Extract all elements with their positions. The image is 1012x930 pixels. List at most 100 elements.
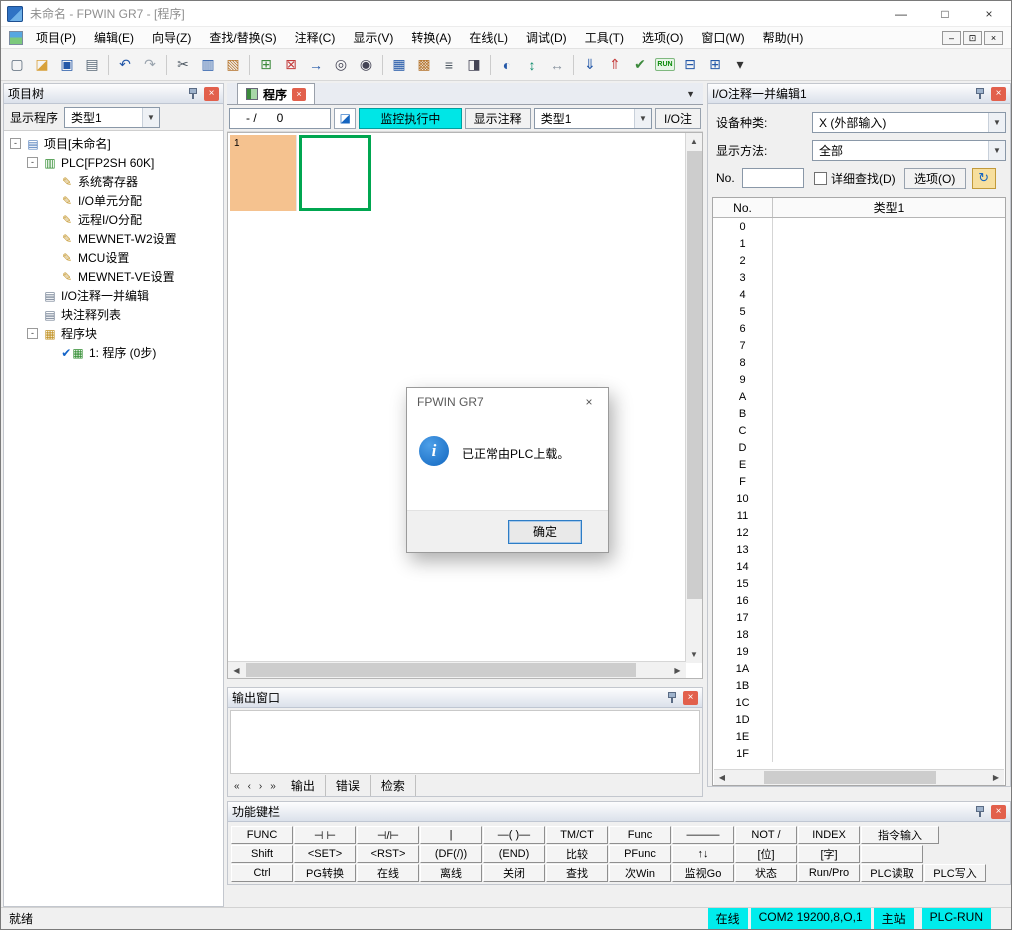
function-key-button[interactable]: ⊣/⊢ <box>357 826 419 844</box>
io-comment-cell[interactable] <box>773 558 1005 575</box>
function-key-button[interactable]: | <box>420 826 482 844</box>
io-table-row[interactable]: 18 <box>713 626 1005 643</box>
menu-item[interactable]: 选项(O) <box>633 27 692 48</box>
ladder-cursor-cell[interactable] <box>299 135 371 211</box>
mdi-document-icon[interactable] <box>9 31 23 45</box>
io-comment-cell[interactable] <box>773 490 1005 507</box>
expander-icon[interactable] <box>27 290 38 301</box>
horizontal-scrollbar[interactable]: ◀ ▶ <box>228 661 686 678</box>
io-comment-cell[interactable] <box>773 286 1005 303</box>
io-table-row[interactable]: 16 <box>713 592 1005 609</box>
separator[interactable] <box>163 53 170 77</box>
io-table-row[interactable]: 19 <box>713 643 1005 660</box>
io-table-row[interactable]: 6 <box>713 320 1005 337</box>
io-table-row[interactable]: 11 <box>713 507 1005 524</box>
io-table-row[interactable]: A <box>713 388 1005 405</box>
editor-comment-type-select[interactable]: 类型1 ▼ <box>534 108 652 129</box>
io-comment-cell[interactable] <box>773 592 1005 609</box>
print-icon[interactable]: ▤ <box>80 53 104 77</box>
io-table-row[interactable]: E <box>713 456 1005 473</box>
io-table-row[interactable]: 4 <box>713 286 1005 303</box>
menu-item[interactable]: 项目(P) <box>27 27 85 48</box>
io-comment-cell[interactable] <box>773 218 1005 235</box>
io-table-row[interactable]: 3 <box>713 269 1005 286</box>
scroll-down-icon[interactable]: ▼ <box>686 646 702 663</box>
function-key-button[interactable]: TM/CT <box>546 826 608 844</box>
io-table-row[interactable]: 1A <box>713 660 1005 677</box>
scroll-left-icon[interactable]: ◀ <box>228 662 245 678</box>
close-panel-button[interactable]: × <box>991 87 1006 101</box>
io-table-row[interactable]: 15 <box>713 575 1005 592</box>
io-table-row[interactable]: 14 <box>713 558 1005 575</box>
close-tab-button[interactable]: × <box>292 88 306 101</box>
jump-icon[interactable]: → <box>304 53 328 77</box>
refresh-button[interactable]: ↻ <box>972 168 996 189</box>
vertical-scrollbar[interactable]: ▲ ▼ <box>685 133 702 663</box>
output-tab[interactable]: 输出 <box>281 775 326 796</box>
io-comment-cell[interactable] <box>773 745 1005 762</box>
function-key-button[interactable]: ⊣ ⊢ <box>294 826 356 844</box>
pin-icon[interactable] <box>974 805 986 818</box>
function-key-button[interactable]: 关闭 <box>483 864 545 882</box>
scrollbar-thumb[interactable] <box>764 771 936 784</box>
output-message-area[interactable] <box>230 710 700 774</box>
expander-icon[interactable] <box>44 252 55 263</box>
output-tab[interactable]: 错误 <box>326 775 371 796</box>
io-table-row[interactable]: 1C <box>713 694 1005 711</box>
function-key-button[interactable]: PG转换 <box>294 864 356 882</box>
mdi-restore-button[interactable]: ⊡ <box>963 31 982 45</box>
function-key-button[interactable]: 在线 <box>357 864 419 882</box>
pin-icon[interactable] <box>187 87 199 100</box>
tree-node[interactable]: MEWNET-VE设置 <box>4 267 223 286</box>
menu-item[interactable]: 在线(L) <box>460 27 517 48</box>
display-method-select[interactable]: 全部 ▼ <box>812 140 1006 161</box>
save-icon[interactable]: ▣ <box>55 53 79 77</box>
io-comment-cell[interactable] <box>773 694 1005 711</box>
last-message-icon[interactable]: » <box>266 781 280 792</box>
tree-node[interactable]: I/O单元分配 <box>4 191 223 210</box>
close-panel-button[interactable]: × <box>991 805 1006 819</box>
function-key-button[interactable]: INDEX <box>798 826 860 844</box>
function-key-button[interactable]: 离线 <box>420 864 482 882</box>
status-display-icon[interactable]: ◨ <box>462 53 486 77</box>
io-table-row[interactable]: 1B <box>713 677 1005 694</box>
online-mode-icon[interactable]: ↕ <box>520 53 544 77</box>
io-table-row[interactable]: 1 <box>713 235 1005 252</box>
tree-node[interactable]: - PLC[FP2SH 60K] <box>4 153 223 172</box>
expander-icon[interactable]: - <box>27 328 38 339</box>
io-comment-cell[interactable] <box>773 320 1005 337</box>
first-message-icon[interactable]: « <box>230 781 244 792</box>
new-file-icon[interactable]: ▢ <box>5 53 29 77</box>
menu-item[interactable]: 帮助(H) <box>754 27 813 48</box>
tab-program[interactable]: 程序 × <box>237 83 315 104</box>
minimize-button[interactable]: — <box>879 1 923 26</box>
io-table-row[interactable]: B <box>713 405 1005 422</box>
io-table-row[interactable]: 1D <box>713 711 1005 728</box>
maximize-button[interactable]: □ <box>923 1 967 26</box>
function-key-button[interactable]: 指令输入 <box>861 826 939 844</box>
io-comment-cell[interactable] <box>773 473 1005 490</box>
expander-icon[interactable]: - <box>27 157 38 168</box>
undo-icon[interactable]: ↶ <box>113 53 137 77</box>
io-table-row[interactable]: 1E <box>713 728 1005 745</box>
function-key-button[interactable]: ——— <box>672 826 734 844</box>
column-header-no[interactable]: No. <box>713 198 773 217</box>
show-comment-button[interactable]: 显示注释 <box>465 108 531 129</box>
function-key-button[interactable]: (DF(/)) <box>420 845 482 863</box>
separator[interactable] <box>487 53 494 77</box>
tree-node[interactable]: 1: 程序 (0步) <box>4 343 223 362</box>
function-key-button[interactable]: PLC写入 <box>924 864 986 882</box>
close-button[interactable]: × <box>967 1 1011 26</box>
scrollbar-thumb[interactable] <box>246 663 636 677</box>
scroll-right-icon[interactable]: ▶ <box>988 770 1004 785</box>
no-input[interactable] <box>742 168 804 188</box>
io-comment-cell[interactable] <box>773 354 1005 371</box>
separator[interactable] <box>246 53 253 77</box>
device-monitor-icon[interactable]: ▩ <box>412 53 436 77</box>
watch-window-icon[interactable]: ⊞ <box>703 53 727 77</box>
function-key-button[interactable]: Ctrl <box>231 864 293 882</box>
totalcheck-icon[interactable]: ✔ <box>628 53 652 77</box>
function-key-button[interactable]: NOT / <box>735 826 797 844</box>
io-table-row[interactable]: 7 <box>713 337 1005 354</box>
toolbar-overflow-icon[interactable]: ▾ <box>728 53 752 77</box>
